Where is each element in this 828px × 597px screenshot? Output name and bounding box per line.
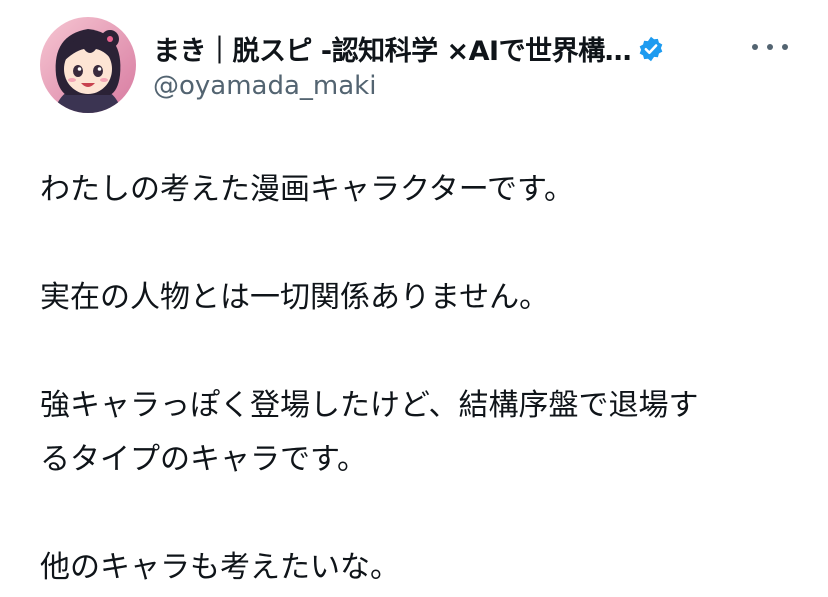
more-options-icon[interactable] — [752, 37, 788, 57]
tweet-header: まき｜脱スピ -認知科学 ×AIで世界構… @oyamada_maki — [40, 17, 800, 117]
author-handle[interactable]: @oyamada_maki — [153, 71, 376, 101]
tweet-paragraph: 他のキャラも考えたいな。 — [40, 550, 400, 585]
anime-girl-avatar-icon — [40, 17, 136, 113]
tweet-paragraph: 実在の人物とは一切関係ありません。 — [40, 280, 550, 315]
more-dot — [752, 44, 758, 50]
more-dot — [767, 44, 773, 50]
author-display-name[interactable]: まき｜脱スピ -認知科学 ×AIで世界構… — [153, 29, 632, 68]
tweet-paragraph: 強キャラっぽく登場したけど、結構序盤で退場す るタイプのキャラです。 — [40, 388, 699, 477]
tweet-text: わたしの考えた漫画キャラクターです。 実在の人物とは一切関係ありません。 強キャ… — [40, 163, 800, 595]
avatar[interactable] — [40, 17, 136, 113]
author-name-row[interactable]: まき｜脱スピ -認知科学 ×AIで世界構… — [153, 29, 665, 68]
more-dot — [782, 44, 788, 50]
verified-badge-icon — [637, 35, 665, 63]
tweet-paragraph: わたしの考えた漫画キャラクターです。 — [40, 172, 574, 207]
